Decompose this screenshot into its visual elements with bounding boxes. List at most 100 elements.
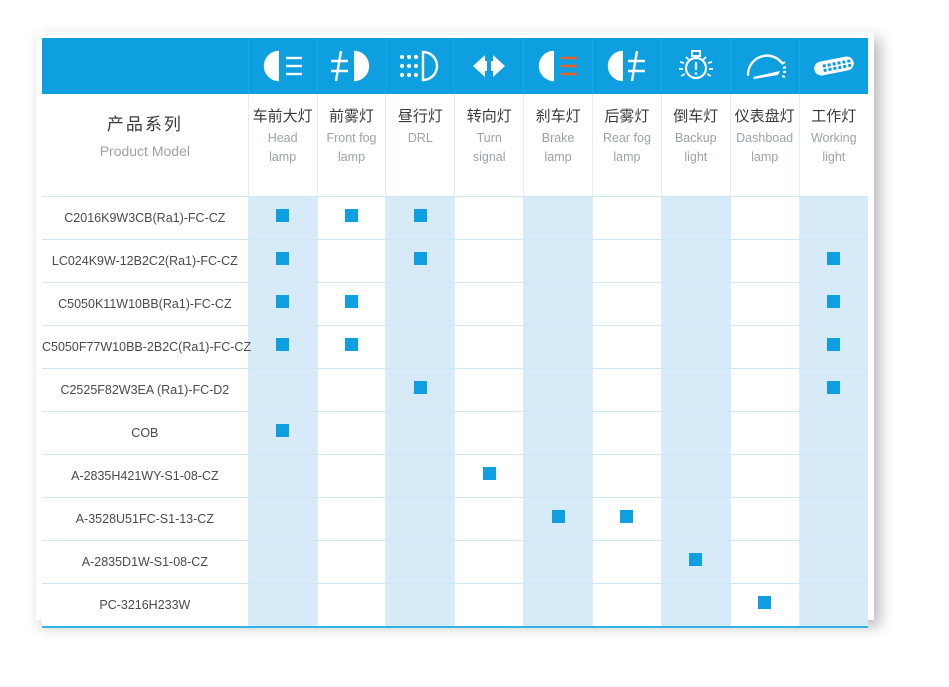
- application-cell: [385, 411, 456, 455]
- table-row: A-2835H421WY-S1-08-CZ: [42, 454, 868, 498]
- application-cell: [799, 196, 868, 240]
- header-icon-cell-rear-fog-lamp[interactable]: [592, 38, 662, 94]
- application-cell: [730, 282, 800, 326]
- column-header-drl: 昼行灯 DRL: [385, 94, 456, 197]
- column-label-en-2: signal: [472, 150, 506, 164]
- product-matrix-card: 产品系列 Product Model 车前大灯 Head lamp 前雾灯 Fr…: [36, 32, 874, 628]
- application-cell: [730, 540, 800, 584]
- application-mark: [276, 295, 290, 308]
- application-cell: [592, 583, 662, 628]
- application-cell: [799, 411, 868, 455]
- application-cell: [523, 540, 593, 584]
- model-name-cell: A-2835H421WY-S1-08-CZ: [42, 454, 249, 498]
- application-cell: [799, 583, 868, 628]
- header-icon-cell-working-light[interactable]: [799, 38, 868, 94]
- column-header-dashboard-lamp: 仪表盘灯 Dashboad lamp: [730, 94, 800, 197]
- table-row: LC024K9W-12B2C2(Ra1)-FC-CZ: [42, 239, 868, 283]
- application-cell: [661, 282, 731, 326]
- column-label-en-2: [388, 147, 452, 149]
- application-mark: [827, 338, 841, 351]
- column-label-en-1: Backup: [674, 131, 717, 145]
- application-cell: [592, 368, 662, 412]
- application-cell: [661, 196, 731, 240]
- model-name-cell: A-3528U51FC-S1-13-CZ: [42, 497, 249, 541]
- application-cell: [385, 325, 456, 369]
- application-cell: [454, 454, 525, 498]
- table-row: A-2835D1W-S1-08-CZ: [42, 540, 868, 584]
- application-cell: [385, 540, 456, 584]
- application-cell: [248, 196, 318, 240]
- model-name-cell: C2016K9W3CB(Ra1)-FC-CZ: [42, 196, 249, 240]
- application-cell: [799, 497, 868, 541]
- application-cell: [523, 368, 593, 412]
- application-cell: [523, 325, 593, 369]
- page-root: 产品系列 Product Model 车前大灯 Head lamp 前雾灯 Fr…: [0, 0, 949, 687]
- application-cell: [730, 239, 800, 283]
- application-cell: [592, 325, 662, 369]
- header-icon-cell-turn-signal[interactable]: [454, 38, 525, 94]
- header-icon-cell-brake-lamp[interactable]: [523, 38, 593, 94]
- application-cell: [317, 368, 387, 412]
- application-cell: [248, 282, 318, 326]
- application-mark: [551, 510, 565, 523]
- working-light-icon: [800, 38, 868, 94]
- application-cell: [317, 196, 387, 240]
- column-label-cn: 车前大灯: [252, 108, 313, 125]
- model-name-cell: LC024K9W-12B2C2(Ra1)-FC-CZ: [42, 239, 249, 283]
- table-row: C2525F82W3EA (Ra1)-FC-D2: [42, 368, 868, 412]
- matrix-body: C2016K9W3CB(Ra1)-FC-CZ LC024K9W-12B2C2(Ra…: [42, 196, 868, 628]
- application-cell: [454, 583, 525, 628]
- application-cell: [385, 454, 456, 498]
- application-cell: [317, 411, 387, 455]
- application-cell: [730, 196, 800, 240]
- brake-lamp-icon: [524, 38, 592, 94]
- application-cell: [799, 368, 868, 412]
- front-fog-lamp-icon: [318, 38, 386, 94]
- application-cell: [730, 411, 800, 455]
- application-cell: [799, 540, 868, 584]
- column-header-head-lamp: 车前大灯 Head lamp: [248, 94, 318, 197]
- application-mark: [827, 381, 841, 394]
- header-icon-cell-front-fog-lamp[interactable]: [317, 38, 387, 94]
- application-cell: [454, 282, 525, 326]
- header-icon-cell-backup-light[interactable]: [661, 38, 731, 94]
- application-cell: [385, 196, 456, 240]
- header-icon-cell-drl[interactable]: [385, 38, 456, 94]
- application-mark: [344, 209, 358, 222]
- application-cell: [385, 239, 456, 283]
- column-label-en-1: Head: [267, 131, 298, 145]
- label-header-row: 产品系列 Product Model 车前大灯 Head lamp 前雾灯 Fr…: [42, 94, 868, 197]
- column-label-en-1: Front fog: [326, 131, 377, 145]
- application-cell: [523, 282, 593, 326]
- application-mark: [276, 338, 290, 351]
- application-cell: [454, 239, 525, 283]
- application-cell: [523, 583, 593, 628]
- header-icon-cell-head-lamp[interactable]: [248, 38, 318, 94]
- application-cell: [730, 368, 800, 412]
- application-mark: [689, 553, 703, 566]
- column-label-en-2: lamp: [751, 150, 779, 164]
- application-cell: [592, 454, 662, 498]
- column-label-en-2: lamp: [613, 150, 641, 164]
- application-cell: [317, 497, 387, 541]
- icon-header-spacer: [42, 38, 249, 94]
- application-cell: [730, 497, 800, 541]
- application-mark: [413, 252, 427, 265]
- column-header-backup-light: 倒车灯 Backup light: [661, 94, 731, 197]
- column-label-cn: 前雾灯: [328, 108, 374, 125]
- column-label-en-2: lamp: [269, 150, 297, 164]
- application-mark: [413, 381, 427, 394]
- icon-header-row: [42, 38, 868, 94]
- model-name-cell: PC-3216H233W: [42, 583, 249, 628]
- application-cell: [592, 540, 662, 584]
- model-column-header: 产品系列 Product Model: [42, 94, 249, 197]
- column-label-cn: 转向灯: [466, 108, 512, 125]
- column-label-en-2: light: [684, 150, 708, 164]
- table-row: A-3528U51FC-S1-13-CZ: [42, 497, 868, 541]
- column-label-en-1: Brake: [541, 131, 575, 145]
- column-header-rear-fog-lamp: 后雾灯 Rear fog lamp: [592, 94, 662, 197]
- model-column-title-en: Product Model: [99, 143, 190, 159]
- application-cell: [592, 196, 662, 240]
- header-icon-cell-dashboard-lamp[interactable]: [730, 38, 800, 94]
- model-name-cell: C5050F77W10BB-2B2C(Ra1)-FC-CZ: [42, 325, 251, 369]
